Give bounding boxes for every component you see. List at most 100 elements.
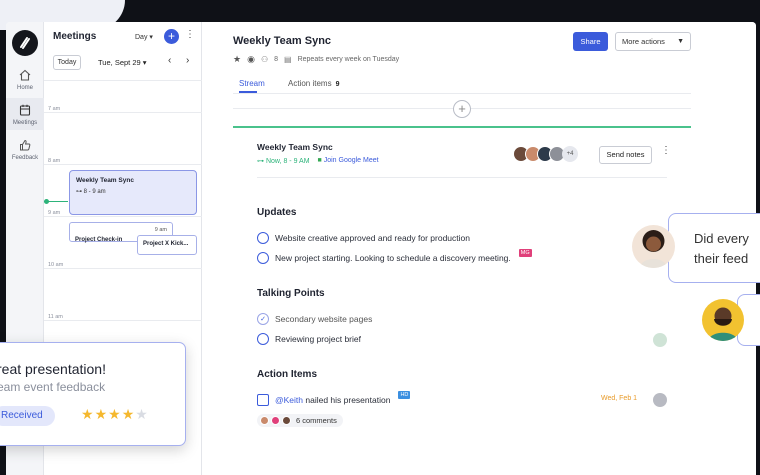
eye-icon[interactable]: ◉: [247, 54, 255, 65]
user-tag: HD: [398, 391, 411, 399]
received-badge: Received: [0, 406, 55, 426]
event-weekly-team-sync[interactable]: Weekly Team Sync ⊶ 8 - 9 am: [69, 170, 197, 215]
user-tag: MG: [518, 249, 532, 257]
checkbox-circle[interactable]: [257, 252, 269, 264]
star-icon: ★: [94, 406, 109, 422]
chat-text: their feed: [694, 251, 749, 266]
today-button[interactable]: Today: [53, 55, 81, 70]
now-status: ⊶ Now, 8 - 9 AM: [257, 158, 310, 165]
hour-label: 8 am: [48, 158, 61, 164]
date-selector[interactable]: Tue, Sept 29 ▾: [98, 58, 147, 67]
prev-day-icon[interactable]: ‹: [168, 55, 171, 66]
hour-line: [44, 320, 202, 321]
star-icon: ★: [121, 406, 136, 422]
chat-bubble: Did every their feed: [668, 213, 760, 283]
chat-text: Did every: [694, 231, 749, 246]
more-options-icon[interactable]: ⋮: [185, 30, 195, 40]
feedback-title: reat presentation!: [0, 361, 106, 377]
update-text: New project starting. Looking to schedul…: [275, 253, 511, 263]
card-more-icon[interactable]: ⋮: [661, 146, 671, 156]
hour-label: 11 am: [48, 314, 63, 320]
nav-meetings[interactable]: Meetings: [6, 98, 44, 130]
update-text: Website creative approved and ready for …: [275, 233, 470, 243]
tab-action-items-label: Action items: [288, 79, 332, 88]
nav-home[interactable]: Home: [6, 68, 44, 91]
nav-feedback[interactable]: Feedback: [6, 138, 44, 161]
attendee-avatars[interactable]: +4: [513, 146, 578, 162]
divider: [44, 80, 202, 81]
avatar: [260, 416, 269, 425]
attendee-count: 8: [274, 56, 279, 63]
hour-label: 9 am: [48, 210, 61, 216]
tab-action-items[interactable]: Action items 9: [288, 79, 339, 88]
join-meet-link[interactable]: ■ Join Google Meet: [318, 157, 379, 165]
next-day-icon[interactable]: ›: [186, 55, 189, 66]
checkbox-square[interactable]: [257, 394, 269, 406]
action-items-count: 9: [335, 81, 340, 88]
more-actions-label: More actions: [622, 37, 665, 46]
send-notes-button[interactable]: Send notes: [599, 146, 652, 164]
update-item: Website creative approved and ready for …: [257, 232, 470, 244]
home-icon: [19, 69, 31, 81]
talking-point-text: Reviewing project brief: [275, 334, 361, 344]
star-icon: ★: [135, 406, 149, 422]
more-attendees-badge: +4: [562, 146, 578, 162]
meeting-meta: ★ ◉ ⚇ 8 ▤ Repeats every week on Tuesday: [233, 54, 399, 65]
action-item: @Keith nailed his presentation HD: [257, 391, 411, 406]
active-tab-indicator: [239, 91, 257, 93]
add-meeting-button[interactable]: +: [164, 29, 179, 44]
hour-label: 7 am: [48, 106, 61, 112]
mention[interactable]: @Keith: [275, 395, 303, 405]
event-time: ⊶ 8 - 9 am: [76, 188, 190, 195]
repeat-icon: ▤: [284, 55, 292, 64]
card-title: Weekly Team Sync: [257, 142, 333, 152]
event-title: Project Check-in: [75, 237, 123, 243]
feedback-card: reat presentation! eam event feedback Re…: [0, 342, 186, 446]
talking-point-item: Reviewing project brief: [257, 333, 361, 345]
card-divider: [257, 177, 667, 178]
checkbox-circle[interactable]: [257, 232, 269, 244]
app-logo[interactable]: [12, 30, 38, 56]
talking-point-item: ✓ Secondary website pages: [257, 313, 372, 325]
comments-button[interactable]: 6 comments: [257, 414, 343, 427]
share-button[interactable]: Share: [573, 32, 608, 51]
tab-stream[interactable]: Stream: [239, 79, 265, 88]
now-text: Now, 8 - 9 AM: [265, 158, 310, 165]
calendar-icon: [19, 104, 31, 116]
add-section-icon[interactable]: +: [453, 100, 471, 118]
person-avatar-icon: [708, 307, 738, 341]
current-time-dot: [44, 199, 49, 204]
avatar: [702, 299, 744, 341]
due-date: Wed, Feb 1: [601, 395, 638, 402]
checked-circle-icon[interactable]: ✓: [257, 313, 269, 325]
person-avatar-icon: [640, 230, 667, 268]
update-item: New project starting. Looking to schedul…: [257, 249, 532, 264]
view-selector[interactable]: Day ▾: [135, 33, 153, 41]
star-rating: ★★★★★: [81, 406, 149, 423]
caret-down-icon: ▼: [677, 38, 684, 45]
action-items-heading: Action Items: [257, 369, 318, 380]
avatar: [282, 416, 291, 425]
logo-icon: [20, 37, 30, 49]
checkbox-circle[interactable]: [257, 333, 269, 345]
nav-meetings-label: Meetings: [12, 120, 38, 126]
hour-label: 10 am: [48, 262, 64, 268]
people-icon: ⚇: [260, 55, 269, 64]
event-time: 9 am: [154, 227, 167, 233]
card-subline: ⊶ Now, 8 - 9 AM ■ Join Google Meet: [257, 157, 379, 165]
event-title: Weekly Team Sync: [76, 177, 134, 184]
video-icon: ⊶: [76, 189, 82, 195]
thumbs-up-icon: [20, 139, 31, 151]
nav-feedback-label: Feedback: [11, 155, 39, 161]
star-icon: ★: [108, 406, 122, 422]
hour-line: [44, 164, 202, 165]
event-project-x-kickoff[interactable]: Project X Kick...: [137, 235, 197, 255]
avatar: [271, 416, 280, 425]
talking-points-heading: Talking Points: [257, 288, 325, 299]
meeting-title: Weekly Team Sync: [233, 35, 332, 47]
tabs-divider: [233, 93, 691, 94]
more-actions-button[interactable]: More actions ▼: [615, 32, 691, 51]
meetings-title: Meetings: [53, 31, 97, 42]
star-icon[interactable]: ★: [233, 54, 241, 65]
avatar: [632, 225, 675, 268]
